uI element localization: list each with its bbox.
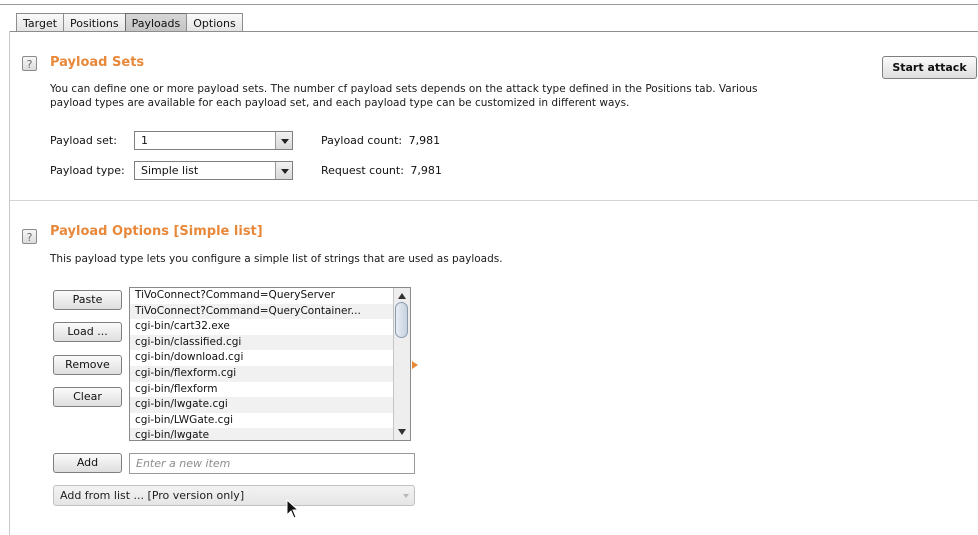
help-icon[interactable]: ?	[22, 229, 37, 244]
list-item[interactable]: cgi-bin/flexform.cgi	[130, 365, 393, 382]
list-item[interactable]: cgi-bin/flexform	[130, 382, 393, 398]
section-divider	[10, 200, 978, 201]
list-item[interactable]: cgi-bin/lwgate	[130, 428, 393, 440]
scroll-down-icon[interactable]	[398, 429, 406, 435]
list-item[interactable]: TiVoConnect?Command=QueryContainer...	[130, 303, 393, 320]
paste-button[interactable]: Paste	[53, 290, 122, 310]
add-from-list-select[interactable]: Add from list ... [Pro version only]	[53, 485, 415, 506]
list-item[interactable]: cgi-bin/download.cgi	[130, 350, 393, 366]
request-count-label: Request count: 7,981	[321, 164, 442, 177]
list-scrollbar[interactable]	[393, 288, 410, 440]
payload-type-label: Payload type:	[50, 164, 125, 177]
payload-count-label: Payload count: 7,981	[321, 134, 440, 147]
clear-button[interactable]: Clear	[53, 387, 122, 407]
start-attack-button[interactable]: Start attack	[882, 56, 977, 79]
tab-target[interactable]: Target	[16, 13, 64, 32]
remove-button[interactable]: Remove	[53, 355, 122, 375]
tab-payloads[interactable]: Payloads	[124, 13, 187, 32]
payload-options-title: Payload Options [Simple list]	[50, 224, 263, 239]
chevron-down-icon	[403, 494, 409, 498]
mouse-pointer-icon	[286, 499, 300, 519]
list-item[interactable]: cgi-bin/lwgate.cgi	[130, 397, 393, 413]
payload-list[interactable]: TiVoConnect?Command=QueryServer TiVoConn…	[129, 287, 411, 441]
top-border	[0, 4, 978, 5]
chevron-down-icon[interactable]	[275, 162, 292, 179]
description-line: payload types are available for each pay…	[50, 97, 630, 109]
payload-count-caption: Payload count:	[321, 134, 403, 147]
payload-type-select[interactable]: Simple list	[134, 161, 293, 180]
panel-left-edge	[9, 31, 10, 535]
payload-set-value: 1	[141, 134, 148, 147]
expand-arrow-icon[interactable]	[412, 361, 418, 369]
payload-count-value: 7,981	[408, 134, 441, 147]
tab-positions[interactable]: Positions	[63, 13, 125, 32]
tab-bar: Target Positions Payloads Options	[16, 13, 243, 32]
payload-sets-description: You can define one or more payload sets.…	[50, 82, 870, 110]
list-item[interactable]: cgi-bin/cart32.exe	[130, 319, 393, 335]
scroll-up-icon[interactable]	[398, 293, 406, 299]
chevron-down-icon[interactable]	[275, 132, 292, 149]
tab-options[interactable]: Options	[186, 13, 243, 32]
help-icon[interactable]: ?	[22, 56, 37, 71]
new-item-input[interactable]	[129, 453, 415, 474]
list-item[interactable]: TiVoConnect?Command=QueryServer	[130, 288, 393, 304]
list-item[interactable]: cgi-bin/LWGate.cgi	[130, 413, 393, 429]
scroll-thumb[interactable]	[395, 302, 408, 338]
add-from-list-label: Add from list ... [Pro version only]	[60, 489, 245, 502]
payload-type-value: Simple list	[141, 164, 199, 177]
payload-set-label: Payload set:	[50, 134, 117, 147]
payload-options-description: This payload type lets you configure a s…	[50, 253, 503, 265]
payload-sets-title: Payload Sets	[50, 55, 145, 70]
request-count-value: 7,981	[410, 164, 442, 177]
load-button[interactable]: Load ...	[53, 322, 122, 342]
add-button[interactable]: Add	[53, 453, 122, 473]
description-line: You can define one or more payload sets.…	[50, 83, 758, 95]
payload-set-select[interactable]: 1	[134, 131, 293, 150]
request-count-caption: Request count:	[321, 164, 404, 177]
list-item[interactable]: cgi-bin/classified.cgi	[130, 334, 393, 351]
tab-divider	[9, 31, 978, 32]
